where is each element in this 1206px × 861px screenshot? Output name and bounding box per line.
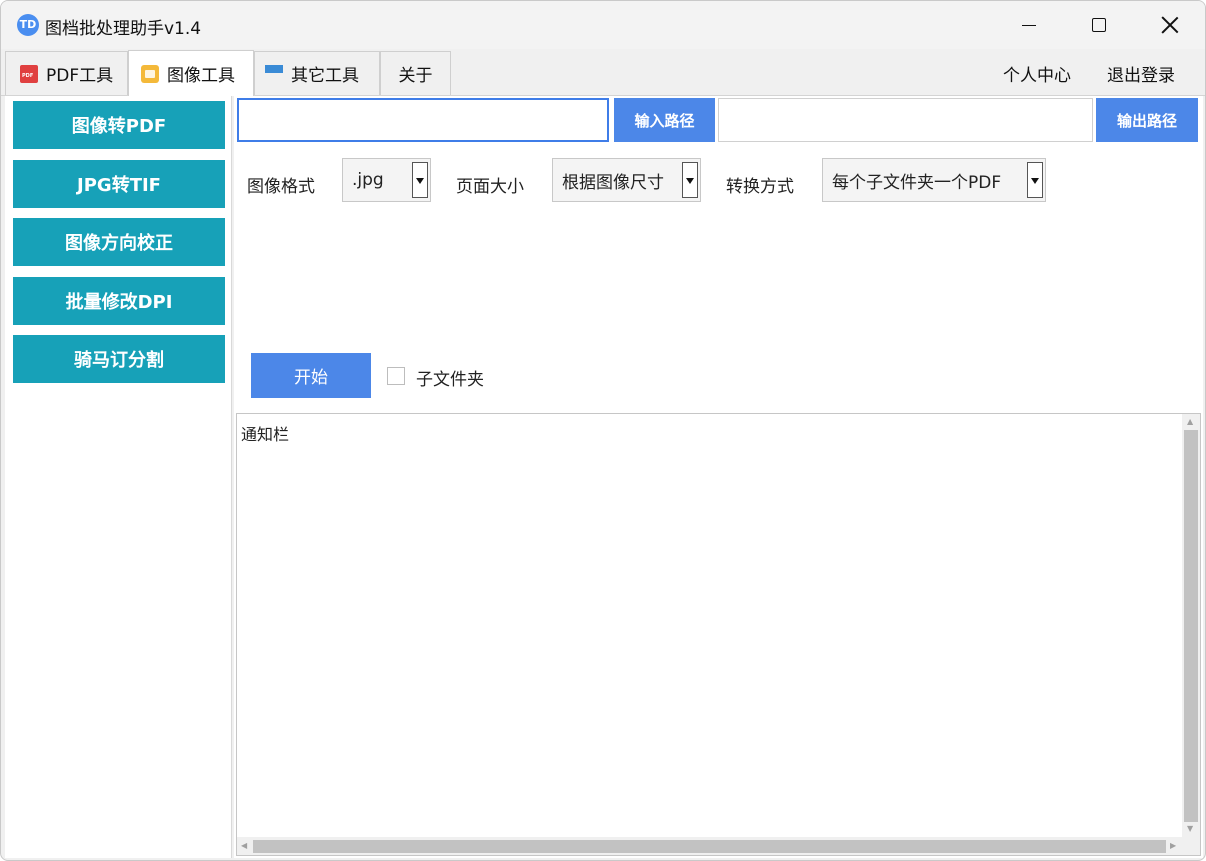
pagesize-label: 页面大小 bbox=[456, 177, 524, 197]
grid-icon bbox=[265, 64, 283, 83]
vertical-scroll-thumb[interactable] bbox=[1184, 430, 1198, 822]
chevron-down-icon bbox=[682, 162, 698, 198]
input-path-button[interactable]: 输入路径 bbox=[614, 98, 715, 142]
image-icon bbox=[141, 64, 159, 83]
subfolder-label: 子文件夹 bbox=[416, 370, 484, 390]
format-value: .jpg bbox=[352, 170, 384, 190]
notification-area[interactable]: 通知栏 ▲ ▼ ◀ ▶ bbox=[236, 413, 1201, 856]
output-path-field[interactable] bbox=[718, 98, 1093, 142]
chevron-down-icon bbox=[412, 162, 428, 198]
maximize-icon bbox=[1092, 18, 1106, 32]
tab-pdf-tools[interactable]: PDF PDF工具 bbox=[5, 51, 128, 95]
scroll-left-icon[interactable]: ◀ bbox=[241, 841, 247, 850]
format-select[interactable]: .jpg bbox=[342, 158, 431, 202]
tab-label: PDF工具 bbox=[46, 66, 114, 86]
minimize-button[interactable] bbox=[995, 1, 1065, 49]
scrollbar-corner bbox=[1182, 837, 1200, 855]
tab-about[interactable]: 关于 bbox=[380, 51, 451, 95]
mode-value: 每个子文件夹一个PDF bbox=[832, 172, 1002, 193]
tab-image-tools[interactable]: 图像工具 bbox=[128, 50, 254, 96]
sidebar-item-saddle-split[interactable]: 骑马订分割 bbox=[13, 335, 225, 383]
sidebar-item-image-to-pdf[interactable]: 图像转PDF bbox=[13, 101, 225, 149]
sidebar-item-batch-dpi[interactable]: 批量修改DPI bbox=[13, 277, 225, 325]
start-button[interactable]: 开始 bbox=[251, 353, 371, 398]
title-bar: TD 图档批处理助手v1.4 bbox=[1, 1, 1205, 49]
pdf-icon: PDF bbox=[20, 64, 38, 83]
sidebar-item-jpg-to-tif[interactable]: JPG转TIF bbox=[13, 160, 225, 208]
logout-link[interactable]: 退出登录 bbox=[1107, 61, 1175, 86]
scroll-up-icon[interactable]: ▲ bbox=[1187, 417, 1193, 426]
input-path-field[interactable] bbox=[237, 98, 609, 142]
tab-label: 图像工具 bbox=[167, 66, 235, 86]
output-path-button[interactable]: 输出路径 bbox=[1096, 98, 1198, 142]
tab-other-tools[interactable]: 其它工具 bbox=[254, 51, 380, 95]
minimize-icon bbox=[1022, 25, 1036, 26]
format-label: 图像格式 bbox=[247, 177, 315, 197]
vertical-scrollbar[interactable]: ▲ ▼ bbox=[1182, 414, 1200, 838]
close-button[interactable] bbox=[1135, 1, 1205, 49]
profile-link[interactable]: 个人中心 bbox=[1003, 61, 1071, 86]
app-window: TD 图档批处理助手v1.4 PDF PDF工具 图像工具 其它工具 关于 个人… bbox=[0, 0, 1206, 861]
pagesize-value: 根据图像尺寸 bbox=[562, 172, 664, 193]
mode-select[interactable]: 每个子文件夹一个PDF bbox=[822, 158, 1046, 202]
main-panel: 输入路径 输出路径 图像格式 .jpg 页面大小 根据图像尺寸 转换方式 每个子… bbox=[234, 96, 1203, 858]
window-title: 图档批处理助手v1.4 bbox=[45, 19, 202, 39]
scroll-down-icon[interactable]: ▼ bbox=[1187, 824, 1193, 833]
app-logo: TD bbox=[17, 14, 39, 36]
tab-label: 关于 bbox=[398, 66, 433, 86]
horizontal-scrollbar[interactable]: ◀ ▶ bbox=[237, 837, 1182, 855]
sidebar-item-orientation-correction[interactable]: 图像方向校正 bbox=[13, 218, 225, 266]
mode-label: 转换方式 bbox=[726, 177, 794, 197]
notification-text: 通知栏 bbox=[241, 425, 290, 444]
close-icon bbox=[1161, 16, 1179, 34]
tab-label: 其它工具 bbox=[291, 66, 359, 86]
pagesize-select[interactable]: 根据图像尺寸 bbox=[552, 158, 701, 202]
subfolder-checkbox[interactable] bbox=[387, 367, 405, 385]
scroll-right-icon[interactable]: ▶ bbox=[1170, 841, 1176, 850]
maximize-button[interactable] bbox=[1065, 1, 1135, 49]
horizontal-scroll-thumb[interactable] bbox=[253, 840, 1166, 853]
sidebar: 图像转PDF JPG转TIF 图像方向校正 批量修改DPI 骑马订分割 bbox=[5, 96, 232, 858]
chevron-down-icon bbox=[1027, 162, 1043, 198]
